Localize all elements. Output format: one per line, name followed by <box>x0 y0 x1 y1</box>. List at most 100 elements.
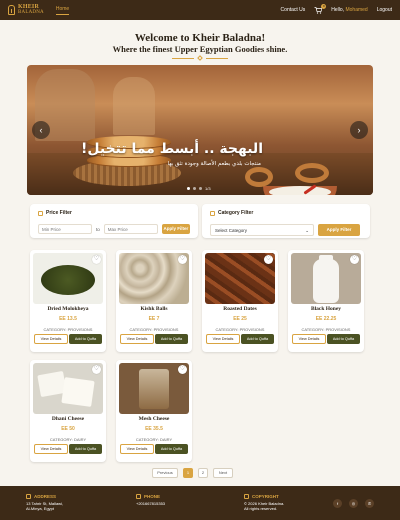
footer-phone: PHONE +201667815353 <box>136 494 166 506</box>
product-price: EE 50 <box>61 426 75 432</box>
nav-home-link[interactable]: Home <box>55 6 70 15</box>
product-card[interactable]: ♡ Black Honey EE 22.25 CATEGORY: PROVISI… <box>288 250 364 352</box>
product-name: Dhani Cheese <box>51 416 85 422</box>
product-category: CATEGORY: PROVISIONS <box>43 327 93 332</box>
product-card[interactable]: ♡ Mesh Cheese EE 35.5 CATEGORY: DAIRY Vi… <box>116 360 192 462</box>
bread-ring <box>245 167 273 187</box>
brand-logo[interactable]: KHEIR BALADNA <box>8 4 44 15</box>
user-name: Mohamed <box>345 7 368 13</box>
page-1-button[interactable]: 1 <box>183 468 193 478</box>
logo-mark-icon <box>8 5 15 15</box>
facebook-icon[interactable]: f <box>333 499 342 508</box>
product-card[interactable]: ♡ Dhani Cheese EE 50 CATEGORY: DAIRY Vie… <box>30 360 106 462</box>
category-select[interactable]: Select Category ⌄ <box>210 224 314 236</box>
logout-link[interactable]: Logout <box>377 7 392 13</box>
previous-page-button[interactable]: Previous <box>152 468 178 478</box>
hero-title: البهجة .. أبسط مما تتخيل! <box>81 141 263 157</box>
category-filter-panel: Category Filter Select Category ⌄ Apply F… <box>202 204 370 238</box>
product-category: CATEGORY: PROVISIONS <box>215 327 265 332</box>
welcome-heading: Welcome to Kheir Baladna! Where the fine… <box>0 32 400 61</box>
min-price-input[interactable] <box>38 224 92 234</box>
apply-price-filter-button[interactable]: Apply Filter <box>161 224 190 234</box>
view-details-button[interactable]: View Details <box>120 334 154 344</box>
apply-category-filter-button[interactable]: Apply Filter <box>318 224 360 236</box>
hero-subtitle: منتجات بلدي بطعم الأصالة وجودة تثق بها <box>167 161 261 167</box>
product-card[interactable]: ♡ Kishk Balls EE 7 CATEGORY: PROVISIONS … <box>116 250 192 352</box>
favorite-icon[interactable]: ♡ <box>92 365 101 374</box>
product-category: CATEGORY: PROVISIONS <box>301 327 351 332</box>
product-name: Kishk Balls <box>140 306 168 312</box>
user-greeting: Hello, Mohamed <box>331 7 368 13</box>
max-price-input[interactable] <box>103 224 158 234</box>
instagram-icon[interactable]: ◎ <box>349 499 358 508</box>
add-to-quffa-button[interactable]: Add to Quffa <box>327 334 360 344</box>
cheese <box>269 186 331 195</box>
add-to-quffa-button[interactable]: Add to Quffa <box>241 334 274 344</box>
chevron-down-icon: ⌄ <box>305 228 309 233</box>
favorite-icon[interactable]: ♡ <box>92 255 101 264</box>
carousel-dot[interactable] <box>193 187 196 190</box>
brand-text: KHEIR BALADNA <box>18 4 44 15</box>
footer: ADDRESS 13 Tahrir St, Mallawi, Al-Minya, … <box>0 486 400 520</box>
product-card[interactable]: ♡ Roasted Dates EE 25 CATEGORY: PROVISIO… <box>202 250 278 352</box>
add-to-quffa-button[interactable]: Add to Quffa <box>69 334 102 344</box>
price-tag-icon <box>38 210 43 216</box>
favorite-icon[interactable]: ♡ <box>178 255 187 264</box>
carousel-counter: 1/3 <box>205 186 211 191</box>
product-price: EE 22.25 <box>315 316 337 322</box>
ornament-divider <box>0 55 400 61</box>
product-category: CATEGORY: DAIRY <box>135 437 173 442</box>
brand-line2: BALADNA <box>18 10 44 15</box>
view-details-button[interactable]: View Details <box>120 444 154 454</box>
location-icon <box>26 494 31 499</box>
view-details-button[interactable]: View Details <box>292 334 326 344</box>
favorite-icon[interactable]: ♡ <box>350 255 359 264</box>
price-filter-panel: Price Filter to Apply Filter <box>30 204 198 238</box>
carousel-indicators[interactable]: 1/3 <box>187 186 211 191</box>
cart-button[interactable]: 0 <box>314 3 327 14</box>
bread-ring <box>295 163 329 183</box>
favorite-icon[interactable]: ♡ <box>264 255 273 264</box>
phone-number[interactable]: +201667815353 <box>136 501 165 506</box>
next-page-button[interactable]: Next <box>213 468 233 478</box>
cart-count-badge: 0 <box>321 3 327 9</box>
product-name: Mesh Cheese <box>138 416 170 422</box>
hero-carousel[interactable]: البهجة .. أبسط مما تتخيل! منتجات بلدي بط… <box>27 65 373 195</box>
product-name: Dried Molokheya <box>47 306 89 312</box>
product-price: EE 7 <box>148 316 160 322</box>
carousel-prev-button[interactable]: ‹ <box>32 121 50 139</box>
product-price: EE 35.5 <box>145 426 163 432</box>
view-details-button[interactable]: View Details <box>206 334 240 344</box>
nav-contact-link[interactable]: Contact Us <box>281 7 306 13</box>
footer-copyright: COPYRIGHT © 2026 Kheir Baladna. All right… <box>244 494 285 511</box>
product-category: CATEGORY: DAIRY <box>49 437 87 442</box>
hero-arch <box>113 77 155 135</box>
navbar: KHEIR BALADNA Home Contact Us 0 Hello, M… <box>0 0 400 20</box>
view-details-button[interactable]: View Details <box>34 334 68 344</box>
category-filter-title: Category Filter <box>218 210 254 216</box>
whatsapp-icon[interactable]: ✆ <box>365 499 374 508</box>
view-details-button[interactable]: View Details <box>34 444 68 454</box>
add-to-quffa-button[interactable]: Add to Quffa <box>155 334 188 344</box>
carousel-next-button[interactable]: › <box>350 121 368 139</box>
price-filter-title: Price Filter <box>46 210 72 216</box>
product-category: CATEGORY: PROVISIONS <box>129 327 179 332</box>
carousel-dot[interactable] <box>199 187 202 190</box>
product-name: Roasted Dates <box>223 306 257 312</box>
page-2-button[interactable]: 2 <box>198 468 208 478</box>
pagination: Previous 1 2 Next <box>152 468 233 478</box>
phone-icon <box>136 494 141 499</box>
price-to-label: to <box>96 226 100 232</box>
copyright-icon <box>244 494 249 499</box>
product-price: EE 25 <box>233 316 247 322</box>
page-title: Welcome to Kheir Baladna! <box>134 32 266 44</box>
add-to-quffa-button[interactable]: Add to Quffa <box>155 444 188 454</box>
add-to-quffa-button[interactable]: Add to Quffa <box>69 444 102 454</box>
carousel-dot[interactable] <box>187 187 190 190</box>
product-card[interactable]: ♡ Dried Molokheya EE 13.5 CATEGORY: PROV… <box>30 250 106 352</box>
footer-address: ADDRESS 13 Tahrir St, Mallawi, Al-Minya, … <box>26 494 64 511</box>
favorite-icon[interactable]: ♡ <box>178 365 187 374</box>
category-icon <box>210 210 215 216</box>
page-subtitle: Where the finest Upper Egyptian Goodies … <box>112 44 288 54</box>
product-name: Black Honey <box>310 306 342 312</box>
